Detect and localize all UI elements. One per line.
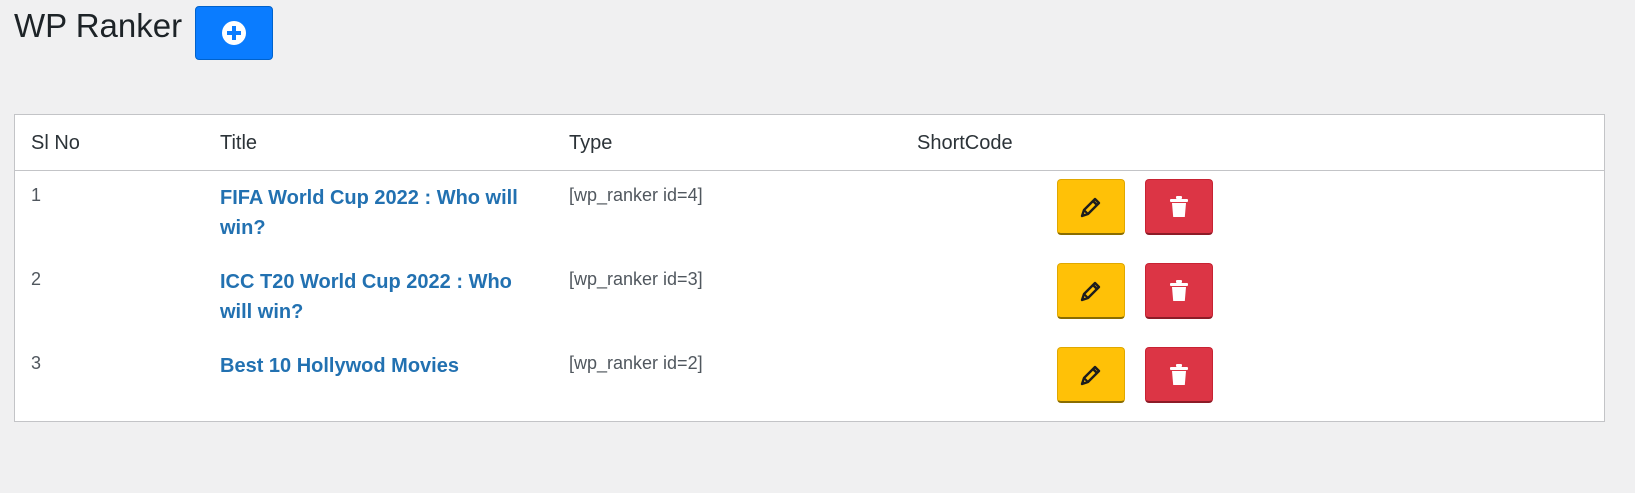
header-sl-no: Sl No <box>31 132 80 154</box>
row-number: 2 <box>31 269 42 289</box>
header-type: Type <box>569 132 613 154</box>
header-shortcode: ShortCode <box>917 132 1013 154</box>
trash-icon <box>1170 195 1188 217</box>
row-number: 1 <box>31 185 42 205</box>
row-shortcode: [wp_ranker id=4] <box>569 185 703 205</box>
edit-button[interactable] <box>1057 179 1125 235</box>
row-title-link[interactable]: ICC T20 World Cup 2022 : Who will win? <box>220 267 540 327</box>
ranker-table: Sl No Title Type ShortCode 1 FIFA World … <box>14 114 1605 422</box>
row-title-link[interactable]: FIFA World Cup 2022 : Who will win? <box>220 183 540 243</box>
pencil-icon <box>1080 281 1101 301</box>
add-ranker-button[interactable] <box>195 6 274 60</box>
trash-icon <box>1170 279 1188 301</box>
row-number: 3 <box>31 353 42 373</box>
table-row: 2 ICC T20 World Cup 2022 : Who will win?… <box>15 255 1604 339</box>
plus-circle-icon <box>222 21 247 45</box>
delete-button[interactable] <box>1145 347 1213 403</box>
page-title: WP Ranker <box>14 7 183 44</box>
page-header: WP Ranker <box>14 6 274 60</box>
header-title: Title <box>220 132 258 154</box>
row-shortcode: [wp_ranker id=2] <box>569 353 703 373</box>
trash-icon <box>1170 363 1188 385</box>
table-header: Sl No Title Type ShortCode <box>15 115 1604 171</box>
delete-button[interactable] <box>1145 179 1213 235</box>
edit-button[interactable] <box>1057 263 1125 319</box>
edit-button[interactable] <box>1057 347 1125 403</box>
row-title-link[interactable]: Best 10 Hollywod Movies <box>220 351 540 381</box>
delete-button[interactable] <box>1145 263 1213 319</box>
table-row: 1 FIFA World Cup 2022 : Who will win? [w… <box>15 171 1604 255</box>
row-shortcode: [wp_ranker id=3] <box>569 269 703 289</box>
pencil-icon <box>1080 365 1101 385</box>
table-row: 3 Best 10 Hollywod Movies [wp_ranker id=… <box>15 339 1604 423</box>
pencil-icon <box>1080 197 1101 217</box>
